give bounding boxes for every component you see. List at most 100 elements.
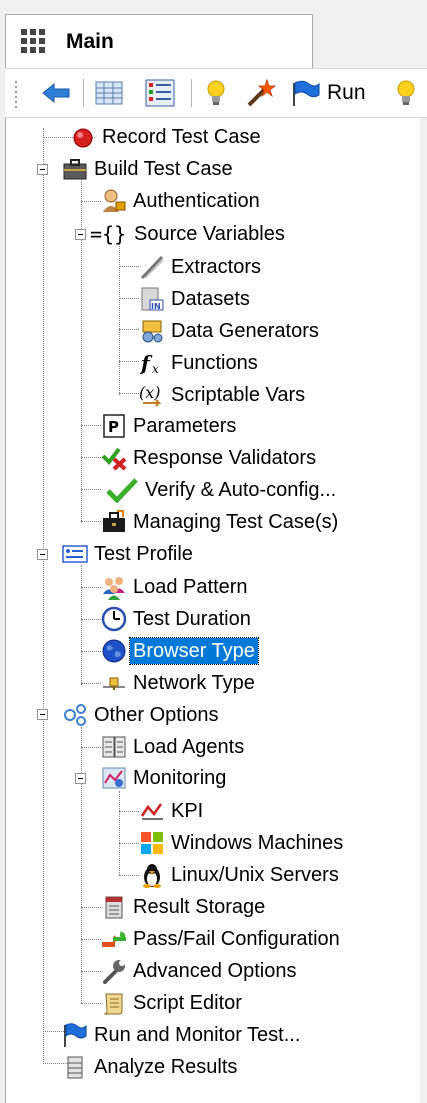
tree-item-label: Browser Type <box>129 637 259 665</box>
tree-item-verify-autoconfig[interactable]: Verify & Auto-config... <box>105 475 339 505</box>
tree-guide-line <box>119 298 139 299</box>
tree-item-kpi[interactable]: KPI <box>139 796 206 826</box>
tree-item-result-storage[interactable]: Result Storage <box>101 892 268 922</box>
tree-item-label: Linux/Unix Servers <box>171 864 339 886</box>
briefcase-icon <box>62 156 88 182</box>
tree-item-load-pattern[interactable]: Load Pattern <box>101 572 251 602</box>
tree-item-analyze-results[interactable]: Analyze Results <box>62 1052 240 1082</box>
back-button[interactable] <box>41 78 71 108</box>
run-button[interactable]: Run <box>291 78 366 108</box>
svg-text:(x): (x) <box>139 383 161 402</box>
lightbulb-button[interactable] <box>205 78 227 108</box>
tree-item-authentication[interactable]: Authentication <box>101 186 263 216</box>
navigation-tree: Record Test Case Build Test Case Authent… <box>5 118 420 1103</box>
magic-wand-button[interactable] <box>245 78 277 108</box>
check-cross-icon <box>101 445 127 471</box>
tree-guide-line <box>81 651 101 652</box>
svg-text:IN: IN <box>151 302 161 311</box>
tree-item-pass-fail-configuration[interactable]: Pass/Fail Configuration <box>101 924 343 954</box>
tree-item-record-test-case[interactable]: Record Test Case <box>70 122 264 152</box>
toolbar: Run <box>5 68 427 118</box>
tree-item-label: Source Variables <box>134 223 285 245</box>
back-arrow-icon <box>41 81 71 105</box>
windows-logo-icon <box>139 830 165 856</box>
tree-item-label: Advanced Options <box>133 960 297 982</box>
tree-item-data-generators[interactable]: Data Generators <box>139 316 322 346</box>
storage-icon <box>101 894 127 920</box>
tree-item-script-editor[interactable]: Script Editor <box>101 988 245 1018</box>
collapse-other-options-toggle[interactable] <box>37 709 48 720</box>
tree-item-label: Load Pattern <box>133 576 248 598</box>
kpi-chart-icon <box>139 798 165 824</box>
tree-guide-line <box>81 201 101 202</box>
tree-item-extractors[interactable]: Extractors <box>139 252 264 282</box>
tree-item-other-options[interactable]: Other Options <box>62 700 222 730</box>
checkmark-icon <box>105 477 139 503</box>
tree-guide-line <box>119 266 139 267</box>
tab-main[interactable]: Main <box>5 14 313 68</box>
tree-item-run-and-monitor-test[interactable]: Run and Monitor Test... <box>62 1020 303 1050</box>
tree-guide-line <box>43 128 44 1064</box>
wrench-icon <box>101 958 127 984</box>
tree-item-functions[interactable]: fx Functions <box>139 348 261 378</box>
tree-item-test-profile[interactable]: Test Profile <box>62 539 196 569</box>
tree-item-label: Test Profile <box>94 543 193 565</box>
tree-item-monitoring[interactable]: Monitoring <box>101 763 229 793</box>
tree-guide-line <box>81 521 101 522</box>
tree-guide-line <box>81 907 101 908</box>
tree-guide-line <box>81 727 82 1003</box>
tree-item-label: Windows Machines <box>171 832 344 854</box>
tab-title: Main <box>66 30 114 53</box>
tree-item-label: Verify & Auto-config... <box>145 479 337 501</box>
list-view-icon <box>145 79 175 107</box>
tree-item-parameters[interactable]: P Parameters <box>101 411 239 441</box>
tree-guide-line <box>119 843 139 844</box>
tree-item-build-test-case[interactable]: Build Test Case <box>62 154 236 184</box>
tree-item-browser-type[interactable]: Browser Type <box>101 636 259 666</box>
table-view-button[interactable] <box>95 78 123 108</box>
tree-guide-line <box>81 587 101 588</box>
tree-item-scriptable-vars[interactable]: (x) Scriptable Vars <box>139 380 308 410</box>
toolbar-separator <box>83 79 84 107</box>
tree-item-managing-test-cases[interactable]: Managing Test Case(s) <box>101 507 341 537</box>
user-lock-icon <box>101 188 127 214</box>
gears-icon <box>62 702 88 728</box>
extractor-icon <box>139 254 165 280</box>
collapse-build-test-case-toggle[interactable] <box>37 164 48 175</box>
tree-item-label: Script Editor <box>133 992 242 1014</box>
tree-item-label: Data Generators <box>171 320 319 342</box>
tree-item-load-agents[interactable]: Load Agents <box>101 732 247 762</box>
tree-item-test-duration[interactable]: Test Duration <box>101 604 254 634</box>
tree-item-source-variables[interactable]: ={} Source Variables <box>90 219 288 249</box>
list-view-button[interactable] <box>145 78 175 108</box>
tree-item-label: Functions <box>171 352 258 374</box>
tree-item-advanced-options[interactable]: Advanced Options <box>101 956 299 986</box>
tree-guide-line <box>81 489 101 490</box>
toolbar-separator <box>191 79 192 107</box>
collapse-monitoring-toggle[interactable] <box>75 773 86 784</box>
tree-item-datasets[interactable]: IN Datasets <box>139 284 253 314</box>
variable-x-icon: (x) <box>139 382 165 408</box>
toolbar-grip[interactable] <box>14 80 18 108</box>
tree-item-label: Network Type <box>133 672 255 694</box>
tree-item-windows-machines[interactable]: Windows Machines <box>139 828 346 858</box>
tree-item-response-validators[interactable]: Response Validators <box>101 443 319 473</box>
tree-item-label: Extractors <box>171 256 262 278</box>
svg-text:P: P <box>108 418 119 436</box>
tree-guide-line <box>81 683 101 684</box>
network-icon <box>101 670 127 696</box>
tree-item-network-type[interactable]: Network Type <box>101 668 258 698</box>
briefcase-icon <box>101 509 127 535</box>
tree-guide-line <box>119 875 139 876</box>
tree-item-label: Response Validators <box>133 447 317 469</box>
profile-card-icon <box>62 541 88 567</box>
table-view-icon <box>95 80 123 106</box>
tab-strip: Main <box>0 0 427 68</box>
tree-item-linux-unix-servers[interactable]: Linux/Unix Servers <box>139 860 342 890</box>
lightbulb-button-2[interactable] <box>395 78 417 108</box>
collapse-test-profile-toggle[interactable] <box>37 549 48 560</box>
magic-wand-icon <box>245 78 277 108</box>
tree-item-label: Parameters <box>133 415 237 437</box>
tree-item-label: Analyze Results <box>94 1056 238 1078</box>
collapse-source-variables-toggle[interactable] <box>75 229 86 240</box>
